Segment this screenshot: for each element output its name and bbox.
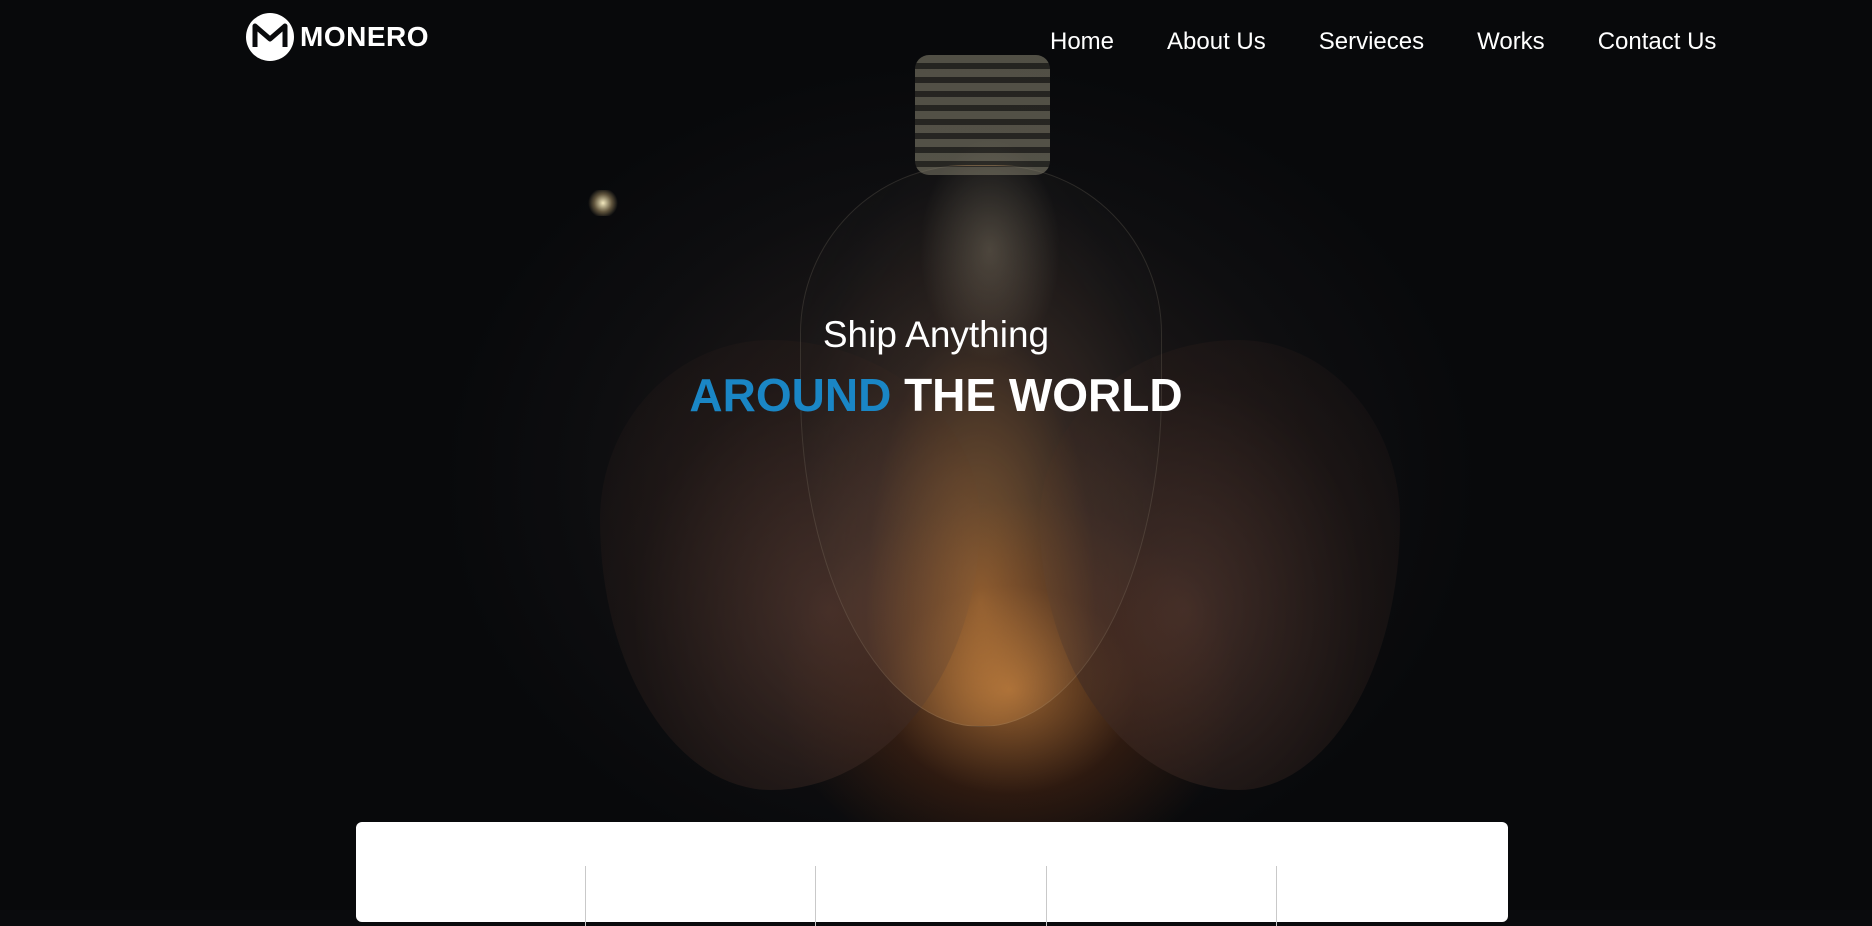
card-divider (585, 866, 586, 926)
main-nav: Home About Us Servieces Works Contact Us (1050, 28, 1716, 56)
hero-title: AROUND THE WORLD (0, 368, 1872, 422)
brand-name: MONERO (300, 21, 429, 52)
brand-logo-link[interactable]: MONERO (246, 11, 429, 63)
card-divider (1046, 866, 1047, 926)
nav-item-home[interactable]: Home (1050, 28, 1114, 56)
hero-background-image (0, 0, 1872, 910)
card-divider (1276, 866, 1277, 926)
info-card (356, 822, 1508, 926)
card-divider (815, 866, 816, 926)
nav-item-contact-us[interactable]: Contact Us (1598, 28, 1717, 56)
nav-item-works[interactable]: Works (1477, 28, 1545, 56)
hero-subtitle: Ship Anything (822, 314, 1050, 355)
bulb-neck (915, 55, 1050, 175)
nav-item-about-us[interactable]: About Us (1167, 28, 1266, 56)
string-light-glow (588, 190, 618, 216)
hero-title-rest: THE WORLD (904, 369, 1183, 421)
hero-title-accent: AROUND (689, 369, 892, 421)
monero-m-icon (246, 13, 294, 61)
nav-item-services[interactable]: Servieces (1319, 28, 1424, 56)
